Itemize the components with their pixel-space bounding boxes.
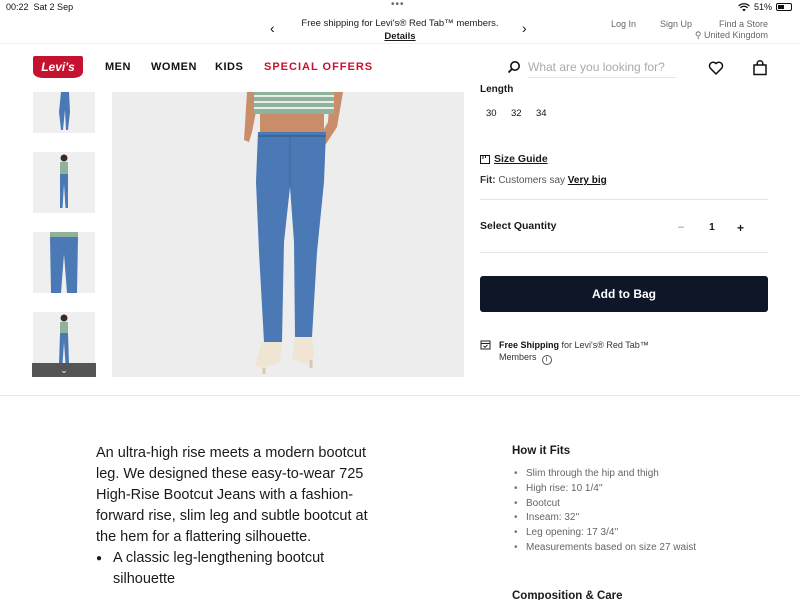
promo-message: Free shipping for Levi's® Red Tab™ membe… xyxy=(301,18,499,29)
promo-prev-arrow-icon[interactable]: ‹ xyxy=(270,20,275,36)
login-link[interactable]: Log In xyxy=(611,19,636,30)
nav-women[interactable]: WOMEN xyxy=(151,61,197,73)
status-right: 51% xyxy=(738,2,792,12)
divider xyxy=(480,199,768,200)
section-divider xyxy=(0,395,800,396)
search-icon[interactable] xyxy=(507,60,521,74)
shipping-info: Free Shipping for Levi's® Red Tab™ Membe… xyxy=(499,339,679,365)
fit-text: Customers say xyxy=(498,175,566,186)
add-to-bag-button[interactable]: Add to Bag xyxy=(480,276,768,312)
location-pin-icon: ⚲ xyxy=(694,30,702,40)
divider xyxy=(480,252,768,253)
fit-list-item: High rise: 10 1/4'' xyxy=(512,482,702,497)
search-input[interactable] xyxy=(528,56,676,78)
wifi-icon xyxy=(738,2,750,11)
fit-label: Fit: xyxy=(480,175,496,186)
fit-list-item: Bootcut xyxy=(512,497,702,512)
fit-list-item: Leg opening: 17 3/4'' xyxy=(512,526,702,541)
size-guide-label: Size Guide xyxy=(494,153,548,165)
status-time: 00:22 Sat 2 Sep xyxy=(6,2,74,12)
fit-value-link[interactable]: Very big xyxy=(568,175,607,186)
levis-logo[interactable]: Levi's xyxy=(33,56,83,78)
fit-list-item: Measurements based on size 27 waist xyxy=(512,541,702,556)
find-store-label: Find a Store xyxy=(718,19,768,29)
composition-care-title[interactable]: Composition & Care xyxy=(512,590,623,600)
thumbnail-3[interactable] xyxy=(33,232,95,293)
quantity-decrease-button[interactable]: – xyxy=(678,221,684,233)
quantity-increase-button[interactable]: + xyxy=(737,221,744,235)
length-option-30[interactable]: 30 xyxy=(486,108,497,119)
thumbnail-1[interactable] xyxy=(33,92,95,133)
thumbnails-down-chevron-icon[interactable]: ⌄ xyxy=(32,363,96,377)
shopping-bag-icon[interactable] xyxy=(752,60,768,76)
how-it-fits-list: Slim through the hip and thigh High rise… xyxy=(512,467,702,556)
find-store-link[interactable]: Find a Store ⚲ United Kingdom xyxy=(694,19,768,41)
region-label: United Kingdom xyxy=(703,30,768,40)
quantity-label: Select Quantity xyxy=(480,220,557,232)
main-product-image[interactable] xyxy=(112,92,464,377)
length-option-34[interactable]: 34 xyxy=(536,108,547,119)
thumbnail-2[interactable] xyxy=(33,152,95,213)
how-it-fits-title: How it Fits xyxy=(512,445,571,457)
nav-kids[interactable]: KIDS xyxy=(215,61,243,73)
size-guide-link[interactable]: Size Guide xyxy=(480,153,548,165)
nav-special-offers[interactable]: SPECIAL OFFERS xyxy=(264,61,373,73)
shipping-members: Members xyxy=(499,352,537,362)
fit-list-item: Inseam: 32'' xyxy=(512,511,702,526)
length-label: Length xyxy=(480,84,514,95)
ruler-icon xyxy=(480,154,490,164)
heart-icon[interactable] xyxy=(708,60,724,76)
description-text: An ultra-high rise meets a modern bootcu… xyxy=(96,445,368,545)
description-bullets: A classic leg-lengthening bootcut silhou… xyxy=(96,548,386,590)
fit-info: Fit: Customers say Very big xyxy=(480,175,607,186)
nav-men[interactable]: MEN xyxy=(105,61,131,73)
status-bar: 00:22 Sat 2 Sep ••• 51% xyxy=(0,0,800,14)
product-description: An ultra-high rise meets a modern bootcu… xyxy=(96,443,386,590)
promo-bar: ‹ Free shipping for Levi's® Red Tab™ mem… xyxy=(0,14,800,44)
length-option-32[interactable]: 32 xyxy=(511,108,522,119)
promo-text: Free shipping for Levi's® Red Tab™ membe… xyxy=(300,17,500,43)
battery-icon xyxy=(776,3,792,11)
shipping-bold: Free Shipping xyxy=(499,340,560,350)
shipping-rest: for Levi's® Red Tab™ xyxy=(561,340,649,350)
description-bullet: A classic leg-lengthening bootcut silhou… xyxy=(96,548,386,590)
promo-next-arrow-icon[interactable]: › xyxy=(522,20,527,36)
info-icon[interactable]: i xyxy=(541,355,552,365)
main-nav: Levi's MEN WOMEN KIDS SPECIAL OFFERS xyxy=(0,44,800,92)
promo-details-link[interactable]: Details xyxy=(300,30,500,43)
battery-percent: 51% xyxy=(753,2,772,12)
delivery-calendar-icon xyxy=(480,340,491,350)
signup-link[interactable]: Sign Up xyxy=(660,19,692,30)
thumbnail-4[interactable] xyxy=(33,312,95,364)
fit-list-item: Slim through the hip and thigh xyxy=(512,467,702,482)
multitask-dots[interactable]: ••• xyxy=(391,0,405,10)
quantity-value[interactable]: 1 xyxy=(709,221,715,233)
